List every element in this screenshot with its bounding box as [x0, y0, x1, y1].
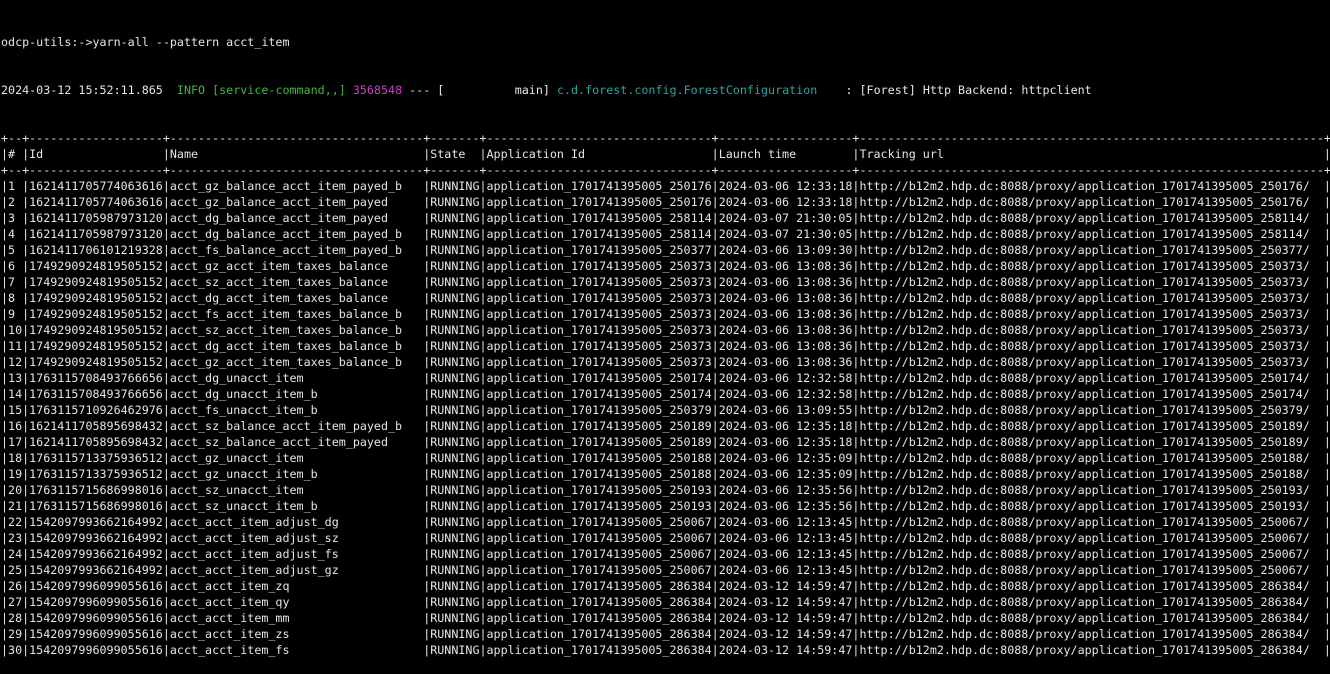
- log-segment: 2024-03-12 15:52:11.865: [1, 83, 170, 97]
- log-line: 2024-03-12 15:52:11.865 INFO [service-co…: [1, 82, 1330, 98]
- command-line: odcp-utils:->yarn-all --pattern acct_ite…: [1, 34, 1330, 50]
- table-row: |21|1763115715686998016|acct_sz_unacct_i…: [1, 498, 1330, 514]
- table-row: |28|1542097996099055616|acct_acct_item_m…: [1, 610, 1330, 626]
- log-segment: 3568548: [353, 83, 402, 97]
- yarn-applications-table: +--+-------------------+----------------…: [1, 130, 1330, 658]
- table-row: |25|1542097993662164992|acct_acct_item_a…: [1, 562, 1330, 578]
- table-row: |3 |1621411705987973120|acct_dg_balance_…: [1, 210, 1330, 226]
- table-row: |12|1749290924819505152|acct_gz_acct_ite…: [1, 354, 1330, 370]
- table-row: |10|1749290924819505152|acct_sz_acct_ite…: [1, 322, 1330, 338]
- table-row: |27|1542097996099055616|acct_acct_item_q…: [1, 594, 1330, 610]
- log-segment: c.d.forest.config.ForestConfiguration: [557, 83, 817, 97]
- table-row: |22|1542097993662164992|acct_acct_item_a…: [1, 514, 1330, 530]
- terminal-window[interactable]: odcp-utils:->yarn-all --pattern acct_ite…: [0, 0, 1330, 562]
- log-segment: [346, 83, 353, 97]
- table-row: |6 |1749290924819505152|acct_gz_acct_ite…: [1, 258, 1330, 274]
- table-row: |17|1621411705895698432|acct_sz_balance_…: [1, 434, 1330, 450]
- table-row: |16|1621411705895698432|acct_sz_balance_…: [1, 418, 1330, 434]
- table-row: |13|1763115708493766656|acct_dg_unacct_i…: [1, 370, 1330, 386]
- table-row: |2 |1621411705774063616|acct_gz_balance_…: [1, 194, 1330, 210]
- table-row: |30|1542097996099055616|acct_acct_item_f…: [1, 642, 1330, 658]
- table-row: |24|1542097993662164992|acct_acct_item_a…: [1, 546, 1330, 562]
- table-row: |9 |1749290924819505152|acct_fs_acct_ite…: [1, 306, 1330, 322]
- table-separator: +--+-------------------+----------------…: [1, 130, 1330, 146]
- table-row: |18|1763115713375936512|acct_gz_unacct_i…: [1, 450, 1330, 466]
- table-row: |8 |1749290924819505152|acct_dg_acct_ite…: [1, 290, 1330, 306]
- table-row: |29|1542097996099055616|acct_acct_item_z…: [1, 626, 1330, 642]
- table-row: |7 |1749290924819505152|acct_sz_acct_ite…: [1, 274, 1330, 290]
- table-separator: +--+-------------------+----------------…: [1, 162, 1330, 178]
- table-row: |11|1749290924819505152|acct_dg_acct_ite…: [1, 338, 1330, 354]
- log-segment: INFO [service-command,,]: [170, 83, 346, 97]
- table-row: |20|1763115715686998016|acct_sz_unacct_i…: [1, 482, 1330, 498]
- log-segment: : [Forest] Http Backend: httpclient: [817, 83, 1091, 97]
- table-row: |4 |1621411705987973120|acct_dg_balance_…: [1, 226, 1330, 242]
- table-row: |26|1542097996099055616|acct_acct_item_z…: [1, 578, 1330, 594]
- table-row: |23|1542097993662164992|acct_acct_item_a…: [1, 530, 1330, 546]
- table-header-row: |# |Id |Name |State |Application Id |Lau…: [1, 146, 1330, 162]
- table-row: |1 |1621411705774063616|acct_gz_balance_…: [1, 178, 1330, 194]
- table-row: |15|1763115710926462976|acct_fs_unacct_i…: [1, 402, 1330, 418]
- table-row: |14|1763115708493766656|acct_dg_unacct_i…: [1, 386, 1330, 402]
- table-row: |5 |1621411706101219328|acct_fs_balance_…: [1, 242, 1330, 258]
- table-row: |19|1763115713375936512|acct_gz_unacct_i…: [1, 466, 1330, 482]
- log-segment: --- [ main]: [402, 83, 557, 97]
